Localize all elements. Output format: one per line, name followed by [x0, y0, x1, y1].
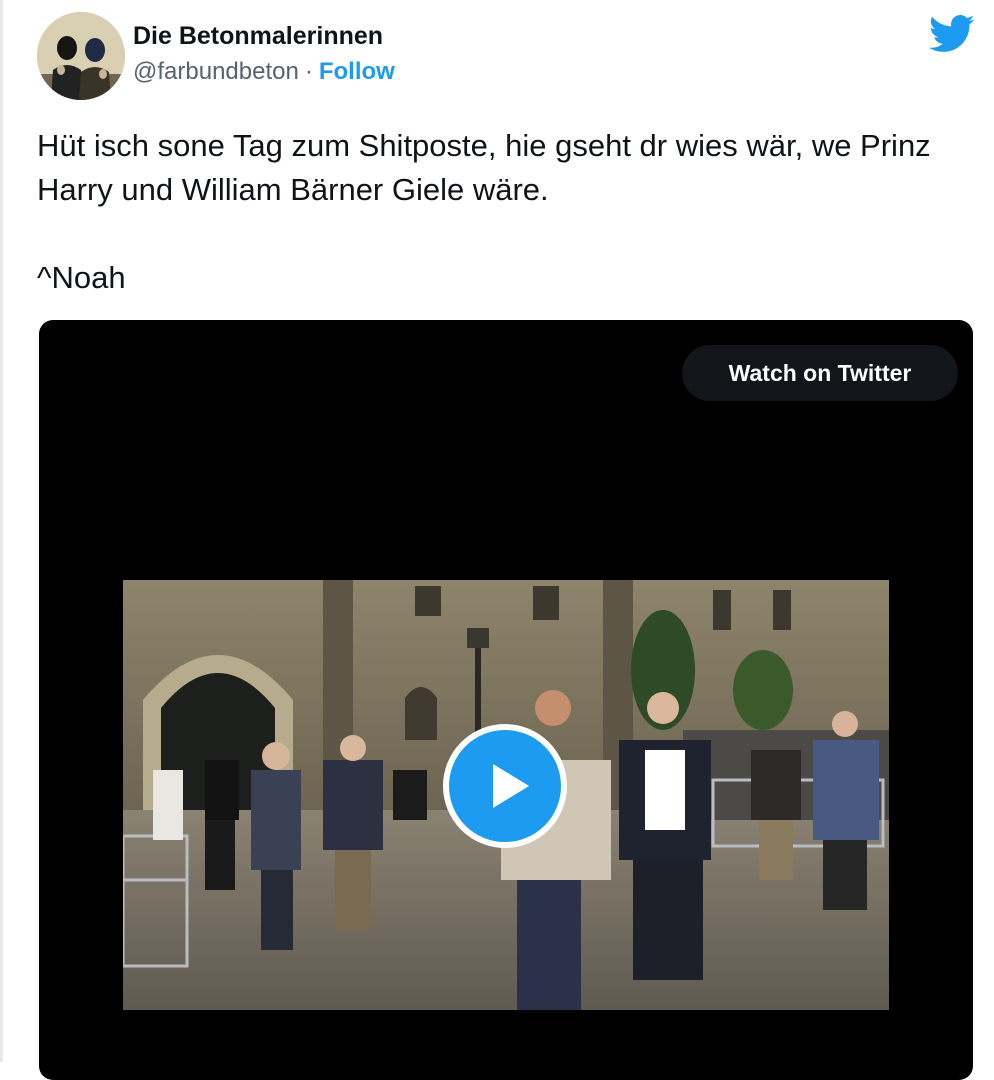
author-name[interactable]: Die Betonmalerinnen [133, 22, 383, 51]
tweet-card: Die Betonmalerinnen @farbundbeton · Follow… [0, 0, 994, 1080]
tweet-body: Hüt isch sone Tag zum Shitposte, hie gse… [37, 124, 982, 300]
author-handle[interactable]: @farbundbeton [133, 58, 299, 85]
tweet-text: Hüt isch sone Tag zum Shitposte, hie gse… [37, 128, 931, 207]
play-button[interactable] [443, 724, 567, 848]
watch-on-twitter-button[interactable]: Watch on Twitter [682, 345, 958, 401]
tweet-signature: ^Noah [37, 260, 126, 295]
author-handle-row: @farbundbeton · Follow [133, 58, 395, 86]
handle-separator: · [304, 58, 313, 85]
twitter-bird-icon[interactable] [929, 14, 975, 54]
video-player[interactable]: Watch on Twitter [39, 320, 973, 1080]
avatar-photo-icon [37, 12, 125, 100]
play-icon [493, 764, 529, 808]
follow-button[interactable]: Follow [319, 58, 395, 85]
author-avatar[interactable] [37, 12, 125, 100]
